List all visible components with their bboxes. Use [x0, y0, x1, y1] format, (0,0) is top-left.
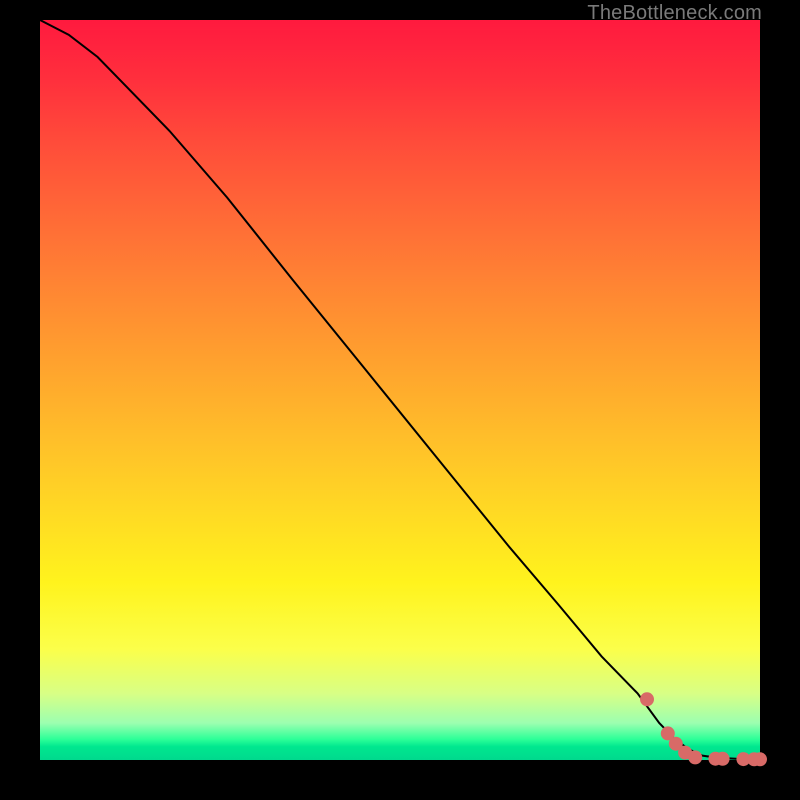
data-segment [630, 671, 641, 686]
plot-area [40, 20, 760, 760]
bottleneck-curve [40, 20, 760, 759]
chart-stage: TheBottleneck.com [0, 0, 800, 800]
data-segment [612, 645, 626, 664]
data-point [688, 750, 702, 764]
curve-svg [40, 20, 760, 760]
data-point [716, 752, 730, 766]
data-point [753, 752, 767, 766]
data-segment [584, 608, 609, 638]
data-markers [522, 523, 767, 766]
data-segment [562, 575, 576, 594]
data-segment [522, 523, 558, 567]
data-point [640, 692, 654, 706]
